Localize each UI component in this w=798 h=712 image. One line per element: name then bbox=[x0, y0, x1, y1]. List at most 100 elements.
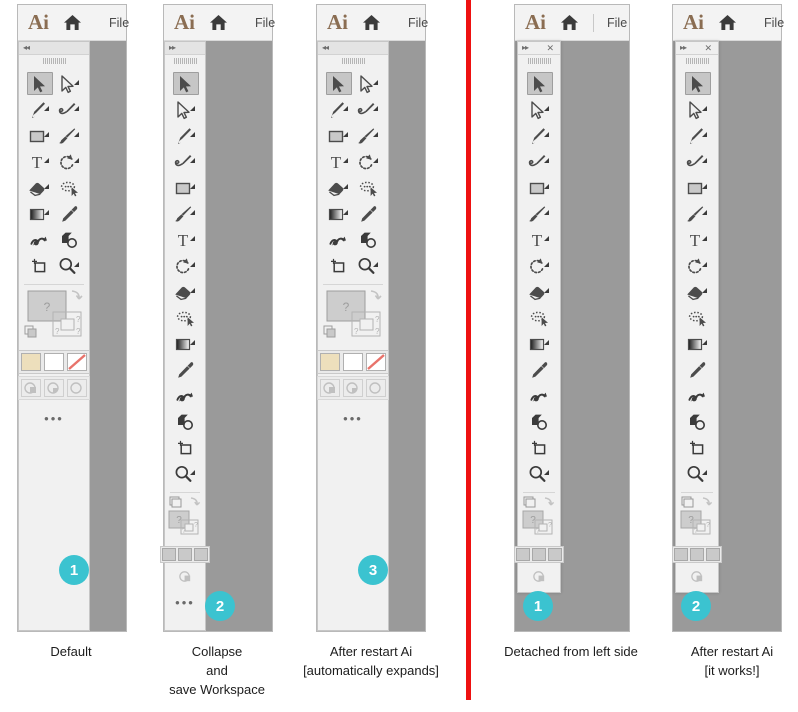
eraser-tool[interactable] bbox=[682, 279, 712, 305]
home-icon[interactable] bbox=[209, 14, 228, 31]
collapse-chevron-icon[interactable]: ◂◂ bbox=[23, 44, 30, 52]
tool-flyout-indicator-icon[interactable] bbox=[543, 105, 549, 111]
zoom-tool[interactable] bbox=[54, 253, 84, 279]
full-screen-button[interactable] bbox=[67, 379, 87, 397]
gradient-swatch-button[interactable] bbox=[178, 548, 192, 561]
tool-flyout-indicator-icon[interactable] bbox=[372, 261, 378, 267]
toolbar-overflow-button[interactable]: ••• bbox=[318, 400, 388, 425]
menu-item-file[interactable]: File bbox=[109, 16, 129, 30]
shape-builder-tool[interactable] bbox=[170, 409, 200, 435]
toolbar-titlebar-5[interactable]: ▸▸ ✕ bbox=[676, 42, 718, 55]
toolbar-overflow-button[interactable]: ••• bbox=[19, 400, 89, 425]
tool-flyout-indicator-icon[interactable] bbox=[73, 157, 79, 163]
expand-chevron-icon[interactable]: ▸▸ bbox=[522, 44, 529, 52]
gradient-tool[interactable] bbox=[170, 331, 200, 357]
tool-flyout-indicator-icon[interactable] bbox=[701, 183, 707, 189]
shape-builder-tool[interactable] bbox=[54, 227, 84, 253]
tool-flyout-indicator-icon[interactable] bbox=[701, 235, 707, 241]
tool-flyout-indicator-icon[interactable] bbox=[342, 131, 348, 137]
expand-chevron-icon[interactable]: ▸▸ bbox=[169, 44, 176, 52]
eyedropper-tool[interactable] bbox=[682, 357, 712, 383]
tool-flyout-indicator-icon[interactable] bbox=[372, 105, 378, 111]
blend-tool[interactable] bbox=[682, 383, 712, 409]
direct-selection-tool[interactable] bbox=[524, 97, 554, 123]
color-swatch-button[interactable] bbox=[162, 548, 176, 561]
full-screen-with-menu-button[interactable] bbox=[44, 379, 64, 397]
artboard-tool[interactable] bbox=[323, 253, 353, 279]
toolbar-titlebar-4[interactable]: ▸▸ ✕ bbox=[518, 42, 560, 55]
tool-flyout-indicator-icon[interactable] bbox=[342, 183, 348, 189]
paintbrush-tool[interactable] bbox=[682, 201, 712, 227]
home-icon[interactable] bbox=[63, 14, 82, 31]
type-tool[interactable]: T bbox=[170, 227, 200, 253]
normal-screen-mode-button[interactable] bbox=[531, 569, 548, 584]
normal-screen-mode-button[interactable] bbox=[320, 379, 340, 397]
menu-item-file[interactable]: File bbox=[607, 16, 627, 30]
drag-grip-icon[interactable] bbox=[676, 55, 718, 67]
none-swatch-button[interactable] bbox=[67, 353, 87, 371]
tool-flyout-indicator-icon[interactable] bbox=[189, 261, 195, 267]
artboard-tool[interactable] bbox=[170, 435, 200, 461]
rectangle-tool[interactable] bbox=[170, 175, 200, 201]
selection-tool[interactable] bbox=[682, 71, 712, 97]
blend-tool[interactable] bbox=[24, 227, 54, 253]
gradient-swatch-button[interactable] bbox=[343, 353, 363, 371]
pen-tool[interactable] bbox=[682, 123, 712, 149]
blend-tool[interactable] bbox=[323, 227, 353, 253]
zoom-tool[interactable] bbox=[353, 253, 383, 279]
rectangle-tool[interactable] bbox=[323, 123, 353, 149]
paintbrush-tool[interactable] bbox=[353, 123, 383, 149]
artboard-tool[interactable] bbox=[524, 435, 554, 461]
eyedropper-tool[interactable] bbox=[353, 201, 383, 227]
tool-flyout-indicator-icon[interactable] bbox=[189, 157, 195, 163]
gradient-tool[interactable] bbox=[524, 331, 554, 357]
blend-tool[interactable] bbox=[524, 383, 554, 409]
artboard-tool[interactable] bbox=[682, 435, 712, 461]
tool-flyout-indicator-icon[interactable] bbox=[543, 209, 549, 215]
paintbrush-tool[interactable] bbox=[54, 123, 84, 149]
tool-flyout-indicator-icon[interactable] bbox=[543, 131, 549, 137]
tool-flyout-indicator-icon[interactable] bbox=[189, 235, 195, 241]
collapse-chevron-icon[interactable]: ◂◂ bbox=[322, 44, 329, 52]
type-tool[interactable]: T bbox=[24, 149, 54, 175]
artboard-tool[interactable] bbox=[24, 253, 54, 279]
lasso-tool[interactable] bbox=[54, 175, 84, 201]
tool-flyout-indicator-icon[interactable] bbox=[189, 287, 195, 293]
tool-flyout-indicator-icon[interactable] bbox=[43, 105, 49, 111]
rotate-tool[interactable] bbox=[682, 253, 712, 279]
eraser-tool[interactable] bbox=[524, 279, 554, 305]
tool-flyout-indicator-icon[interactable] bbox=[543, 261, 549, 267]
lasso-tool[interactable] bbox=[353, 175, 383, 201]
zoom-tool[interactable] bbox=[170, 461, 200, 487]
tool-flyout-indicator-icon[interactable] bbox=[189, 131, 195, 137]
rectangle-tool[interactable] bbox=[24, 123, 54, 149]
direct-selection-tool[interactable] bbox=[353, 71, 383, 97]
drag-grip-icon[interactable] bbox=[518, 55, 560, 67]
tool-flyout-indicator-icon[interactable] bbox=[43, 131, 49, 137]
tool-flyout-indicator-icon[interactable] bbox=[189, 339, 195, 345]
color-swatch-button[interactable] bbox=[320, 353, 340, 371]
eyedropper-tool[interactable] bbox=[524, 357, 554, 383]
direct-selection-tool[interactable] bbox=[170, 97, 200, 123]
tool-flyout-indicator-icon[interactable] bbox=[543, 339, 549, 345]
type-tool[interactable]: T bbox=[682, 227, 712, 253]
curvature-tool[interactable] bbox=[170, 149, 200, 175]
tool-flyout-indicator-icon[interactable] bbox=[43, 209, 49, 215]
shape-builder-tool[interactable] bbox=[353, 227, 383, 253]
tool-flyout-indicator-icon[interactable] bbox=[701, 105, 707, 111]
tool-flyout-indicator-icon[interactable] bbox=[189, 209, 195, 215]
tool-flyout-indicator-icon[interactable] bbox=[73, 131, 79, 137]
direct-selection-tool[interactable] bbox=[682, 97, 712, 123]
close-icon[interactable]: ✕ bbox=[546, 43, 556, 53]
color-swatch-button[interactable] bbox=[21, 353, 41, 371]
tool-flyout-indicator-icon[interactable] bbox=[543, 469, 549, 475]
tool-flyout-indicator-icon[interactable] bbox=[73, 261, 79, 267]
rotate-tool[interactable] bbox=[353, 149, 383, 175]
tool-flyout-indicator-icon[interactable] bbox=[543, 183, 549, 189]
none-swatch-button[interactable] bbox=[706, 548, 720, 561]
tool-flyout-indicator-icon[interactable] bbox=[73, 105, 79, 111]
none-swatch-button[interactable] bbox=[194, 548, 208, 561]
gradient-tool[interactable] bbox=[323, 201, 353, 227]
tool-flyout-indicator-icon[interactable] bbox=[701, 287, 707, 293]
color-swatch-button[interactable] bbox=[516, 548, 530, 561]
